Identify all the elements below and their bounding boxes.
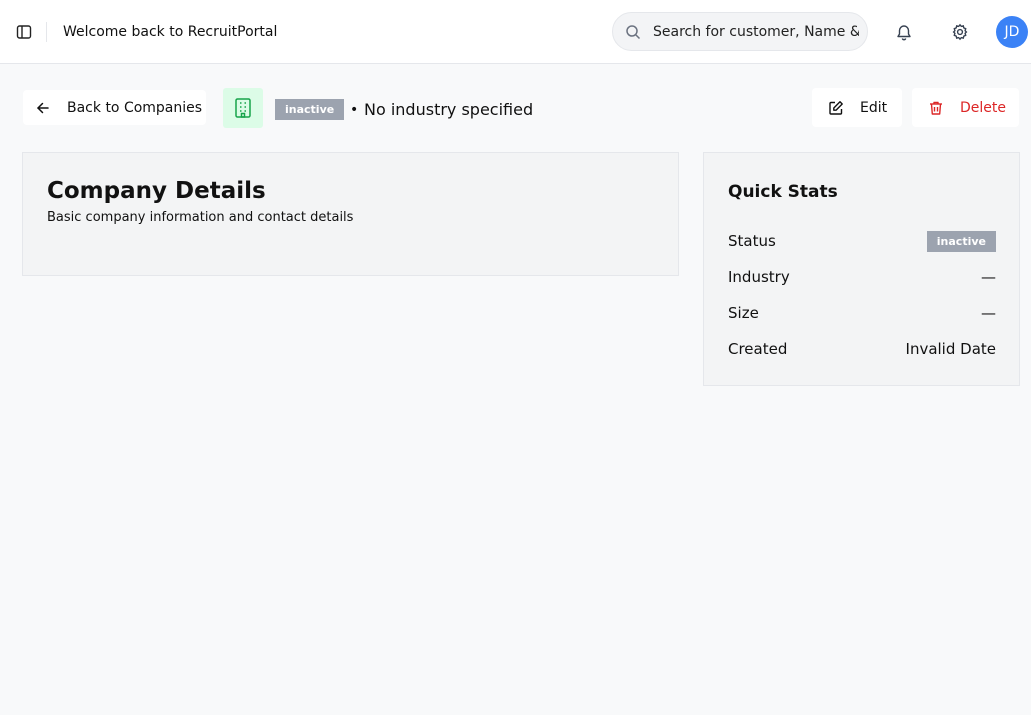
stat-row-industry: Industry — <box>728 265 996 289</box>
trash-icon <box>930 101 942 115</box>
status-badge: inactive <box>275 99 345 120</box>
stat-label: Status <box>728 232 776 250</box>
search-input[interactable] <box>653 13 859 50</box>
edit-icon <box>829 100 843 115</box>
edit-button-label: Edit <box>860 99 888 116</box>
separator-dot: • <box>350 102 359 118</box>
stat-row-status: Status inactive <box>728 229 996 253</box>
delete-button-label: Delete <box>960 99 1006 116</box>
stat-value: — <box>981 304 996 322</box>
status-badge: inactive <box>926 230 996 252</box>
stat-row-size: Size — <box>728 301 996 325</box>
back-button-label: Back to Companies <box>67 99 203 116</box>
gear-icon[interactable] <box>951 23 969 41</box>
header-divider <box>46 22 47 42</box>
stat-label: Size <box>728 304 759 322</box>
arrow-left-icon <box>37 102 49 113</box>
building-icon <box>235 98 251 118</box>
avatar[interactable]: JD <box>996 16 1028 48</box>
welcome-text: Welcome back to RecruitPortal <box>63 24 278 40</box>
quick-stats-card: Quick Stats Status inactive Industry — S… <box>703 152 1020 386</box>
stat-label: Created <box>728 340 788 358</box>
stat-value: — <box>981 268 996 286</box>
back-to-companies-button[interactable]: Back to Companies <box>23 90 206 125</box>
stat-row-created: Created Invalid Date <box>728 337 996 361</box>
company-details-subtitle: Basic company information and contact de… <box>47 210 354 225</box>
edit-button[interactable]: Edit <box>812 88 902 127</box>
delete-button[interactable]: Delete <box>912 88 1019 127</box>
company-details-card: Company Details Basic company informatio… <box>22 152 679 276</box>
industry-text: No industry specified <box>364 100 534 119</box>
company-logo <box>223 88 263 128</box>
stat-value: Invalid Date <box>905 340 996 358</box>
sidebar-toggle-icon[interactable] <box>14 22 34 42</box>
search-box <box>612 12 868 51</box>
quick-stats-title: Quick Stats <box>728 182 838 202</box>
bell-icon[interactable] <box>895 23 913 41</box>
top-bar: Welcome back to RecruitPortal JD <box>0 0 1031 64</box>
stat-label: Industry <box>728 268 790 286</box>
search-icon <box>626 25 641 40</box>
company-details-title: Company Details <box>47 178 266 204</box>
